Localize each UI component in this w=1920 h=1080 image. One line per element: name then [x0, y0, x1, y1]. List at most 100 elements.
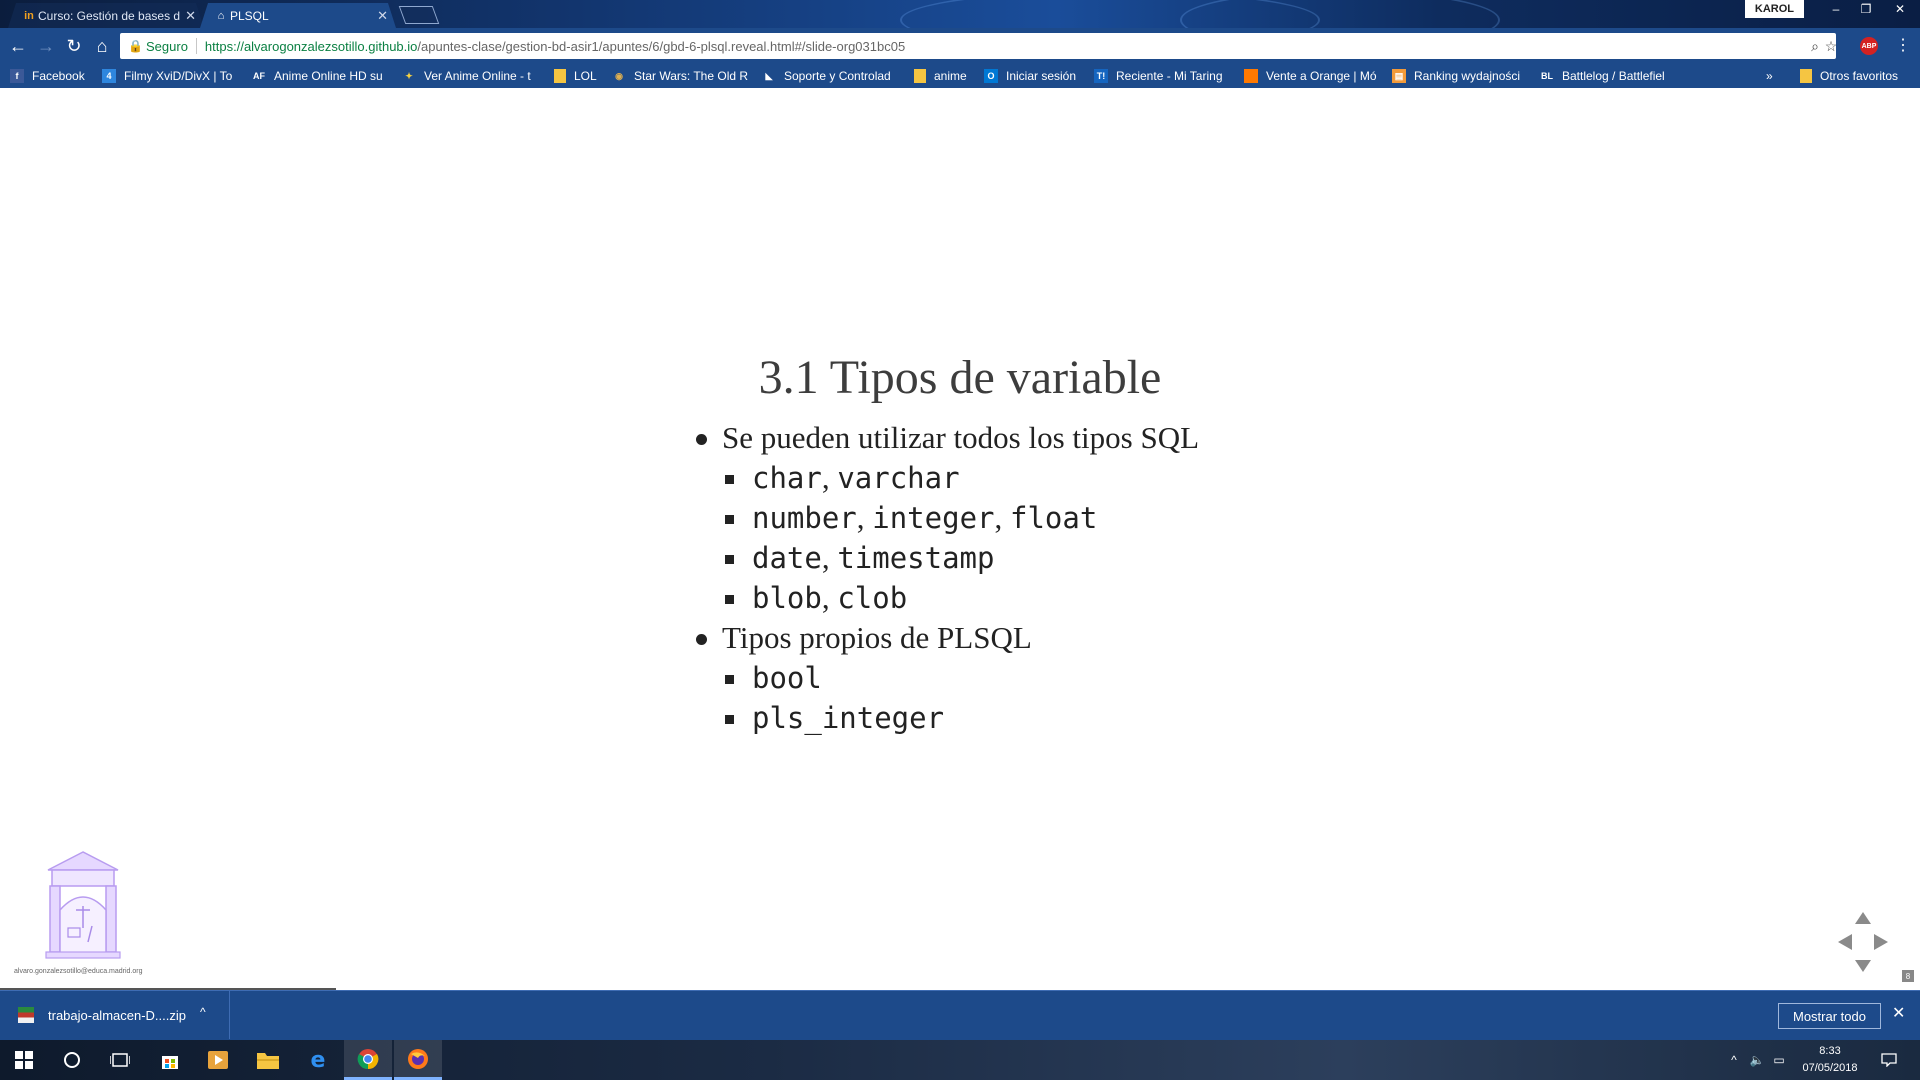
chrome-icon[interactable]: [344, 1040, 392, 1080]
media-player-icon[interactable]: [194, 1040, 242, 1080]
back-icon[interactable]: ←: [8, 36, 28, 56]
download-item[interactable]: trabajo-almacen-D....zip ^: [0, 991, 230, 1039]
bookmark-label: Vente a Orange | Mó: [1266, 69, 1377, 83]
bookmark-folder-otros[interactable]: Otros favoritos: [1800, 67, 1912, 85]
background-swirl: [1180, 0, 1500, 28]
show-hidden-icons-chevron-icon[interactable]: ^: [1726, 1040, 1742, 1080]
sub-bullet-item: bool: [690, 658, 1199, 698]
windows-taskbar: e ^ 🔈 ▭ 8:33 07/05/2018: [0, 1040, 1920, 1080]
minimize-button[interactable]: –: [1822, 0, 1850, 18]
code-type: varchar: [837, 461, 960, 495]
nav-right-arrow-icon[interactable]: [1874, 934, 1888, 950]
code-type: timestamp: [837, 541, 995, 575]
nav-down-arrow-icon[interactable]: [1855, 960, 1871, 972]
code-type: char: [752, 461, 822, 495]
site-icon: ◣: [765, 70, 773, 81]
sub-bullet-item: pls_integer: [690, 698, 1199, 738]
bookmark-star-wars[interactable]: ◉ Star Wars: The Old R: [612, 67, 750, 85]
sub-bullet-item: char, varchar: [690, 458, 1199, 498]
bookmark-anime-online[interactable]: AF Anime Online HD su: [252, 67, 388, 85]
bookmark-label: Ranking wydajności: [1414, 69, 1521, 83]
home-icon[interactable]: ⌂: [92, 36, 112, 56]
sub-bullet-item: date, timestamp: [690, 538, 1199, 578]
bookmark-label: LOL: [574, 69, 597, 83]
bookmarks-bar: f Facebook 4 Filmy XviD/DivX | To AF Anime …: [0, 64, 1920, 88]
winrar-archive-icon: [18, 1007, 34, 1023]
bookmark-filmy[interactable]: 4 Filmy XviD/DivX | To: [102, 67, 240, 85]
bullet-item: Se pueden utilizar todos los tipos SQL: [690, 418, 1199, 458]
tab-plsql[interactable]: ⌂ PLSQL ✕: [200, 3, 396, 28]
code-type: float: [1009, 501, 1098, 535]
profile-button[interactable]: KAROL: [1744, 0, 1804, 18]
restore-button[interactable]: ❐: [1852, 0, 1880, 18]
taskbar-clock[interactable]: 8:33 07/05/2018: [1792, 1043, 1868, 1077]
bookmarks-overflow-button[interactable]: »: [1766, 67, 1782, 85]
code-type: integer: [872, 501, 995, 535]
task-view-icon[interactable]: [96, 1040, 144, 1080]
action-center-icon[interactable]: [1874, 1040, 1904, 1080]
bookmark-label: Filmy XviD/DivX | To: [124, 69, 233, 83]
bookmark-orange[interactable]: Vente a Orange | Mó: [1244, 67, 1382, 85]
network-icon[interactable]: ▭: [1770, 1040, 1788, 1080]
slide-number: 8: [1902, 970, 1914, 982]
code-type: blob: [752, 581, 822, 615]
bookmark-battlelog[interactable]: BL Battlelog / Battlefiel: [1540, 67, 1678, 85]
nav-left-arrow-icon[interactable]: [1838, 934, 1852, 950]
site-icon: AF: [253, 71, 265, 81]
firefox-icon[interactable]: [394, 1040, 442, 1080]
address-bar[interactable]: 🔒 Seguro https://alvarogonzalezsotillo.g…: [120, 33, 1837, 59]
slide-title: 3.1 Tipos de variable: [758, 351, 1162, 404]
tab-title: Curso: Gestión de bases d: [38, 8, 181, 23]
bookmark-facebook[interactable]: f Facebook: [10, 67, 90, 85]
chevron-up-icon[interactable]: ^: [200, 1005, 206, 1019]
reload-icon[interactable]: ↻: [64, 36, 84, 56]
lock-icon: 🔒: [128, 39, 143, 53]
url-host: https://alvarogonzalezsotillo.github.io: [204, 38, 418, 54]
svg-text:e: e: [311, 1049, 326, 1071]
bookmark-label: Iniciar sesión: [1006, 69, 1077, 83]
orange-icon: [1244, 69, 1258, 83]
volume-icon[interactable]: 🔈: [1748, 1040, 1766, 1080]
bookmark-label: Star Wars: The Old R: [634, 69, 749, 83]
secure-label: Seguro: [146, 38, 188, 54]
code-type: clob: [837, 581, 908, 615]
folder-icon: [554, 69, 566, 83]
close-icon[interactable]: ✕: [1892, 1003, 1905, 1023]
slide-viewport: 3.1 Tipos de variable Se pueden utilizar…: [0, 88, 1920, 990]
bookmark-star-icon[interactable]: ☆: [1822, 37, 1840, 55]
site-icon: ◉: [615, 70, 623, 81]
download-filename: trabajo-almacen-D....zip: [48, 1007, 186, 1023]
bookmark-folder-lol[interactable]: LOL: [554, 67, 602, 85]
bookmark-soporte[interactable]: ◣ Soporte y Controlad: [762, 67, 900, 85]
bookmark-label: anime: [934, 69, 967, 83]
adblock-extension-icon[interactable]: ABP: [1860, 37, 1878, 55]
close-window-button[interactable]: ✕: [1886, 0, 1914, 18]
file-explorer-icon[interactable]: [244, 1040, 292, 1080]
bookmark-taringa[interactable]: T! Reciente - Mi Taring: [1094, 67, 1232, 85]
cortana-search-icon[interactable]: [48, 1040, 96, 1080]
footer-email: alvaro.gonzalezsotillo@educa.madrid.org: [14, 968, 143, 975]
tab-curso[interactable]: in Curso: Gestión de bases d ✕: [8, 3, 204, 28]
bookmark-label: Anime Online HD su: [274, 69, 383, 83]
store-icon[interactable]: [146, 1040, 194, 1080]
bookmark-ranking[interactable]: ▤ Ranking wydajności: [1392, 67, 1528, 85]
bookmark-label: Battlelog / Battlefiel: [1562, 69, 1665, 83]
edge-browser-icon[interactable]: e: [294, 1040, 342, 1080]
clock-time: 8:33: [1819, 1045, 1841, 1057]
facebook-icon: f: [10, 69, 24, 83]
clock-date: 07/05/2018: [1802, 1062, 1858, 1074]
bookmark-folder-anime[interactable]: anime: [914, 67, 974, 85]
bookmark-iniciar-sesion[interactable]: O Iniciar sesión: [984, 67, 1084, 85]
bookmark-ver-anime[interactable]: ✦ Ver Anime Online - t: [402, 67, 538, 85]
nav-up-arrow-icon[interactable]: [1855, 912, 1871, 924]
windows-start-icon[interactable]: [0, 1040, 48, 1080]
bookmark-label: Ver Anime Online - t: [424, 69, 531, 83]
site-icon: BL: [1541, 71, 1553, 81]
close-icon[interactable]: ✕: [185, 8, 196, 24]
show-all-downloads-button[interactable]: Mostrar todo: [1778, 1003, 1881, 1029]
divider: [195, 38, 197, 54]
new-tab-button[interactable]: [398, 6, 440, 24]
browser-menu-icon[interactable]: ⋮: [1895, 35, 1911, 55]
close-icon[interactable]: ✕: [377, 8, 388, 24]
forward-icon[interactable]: →: [36, 36, 56, 56]
